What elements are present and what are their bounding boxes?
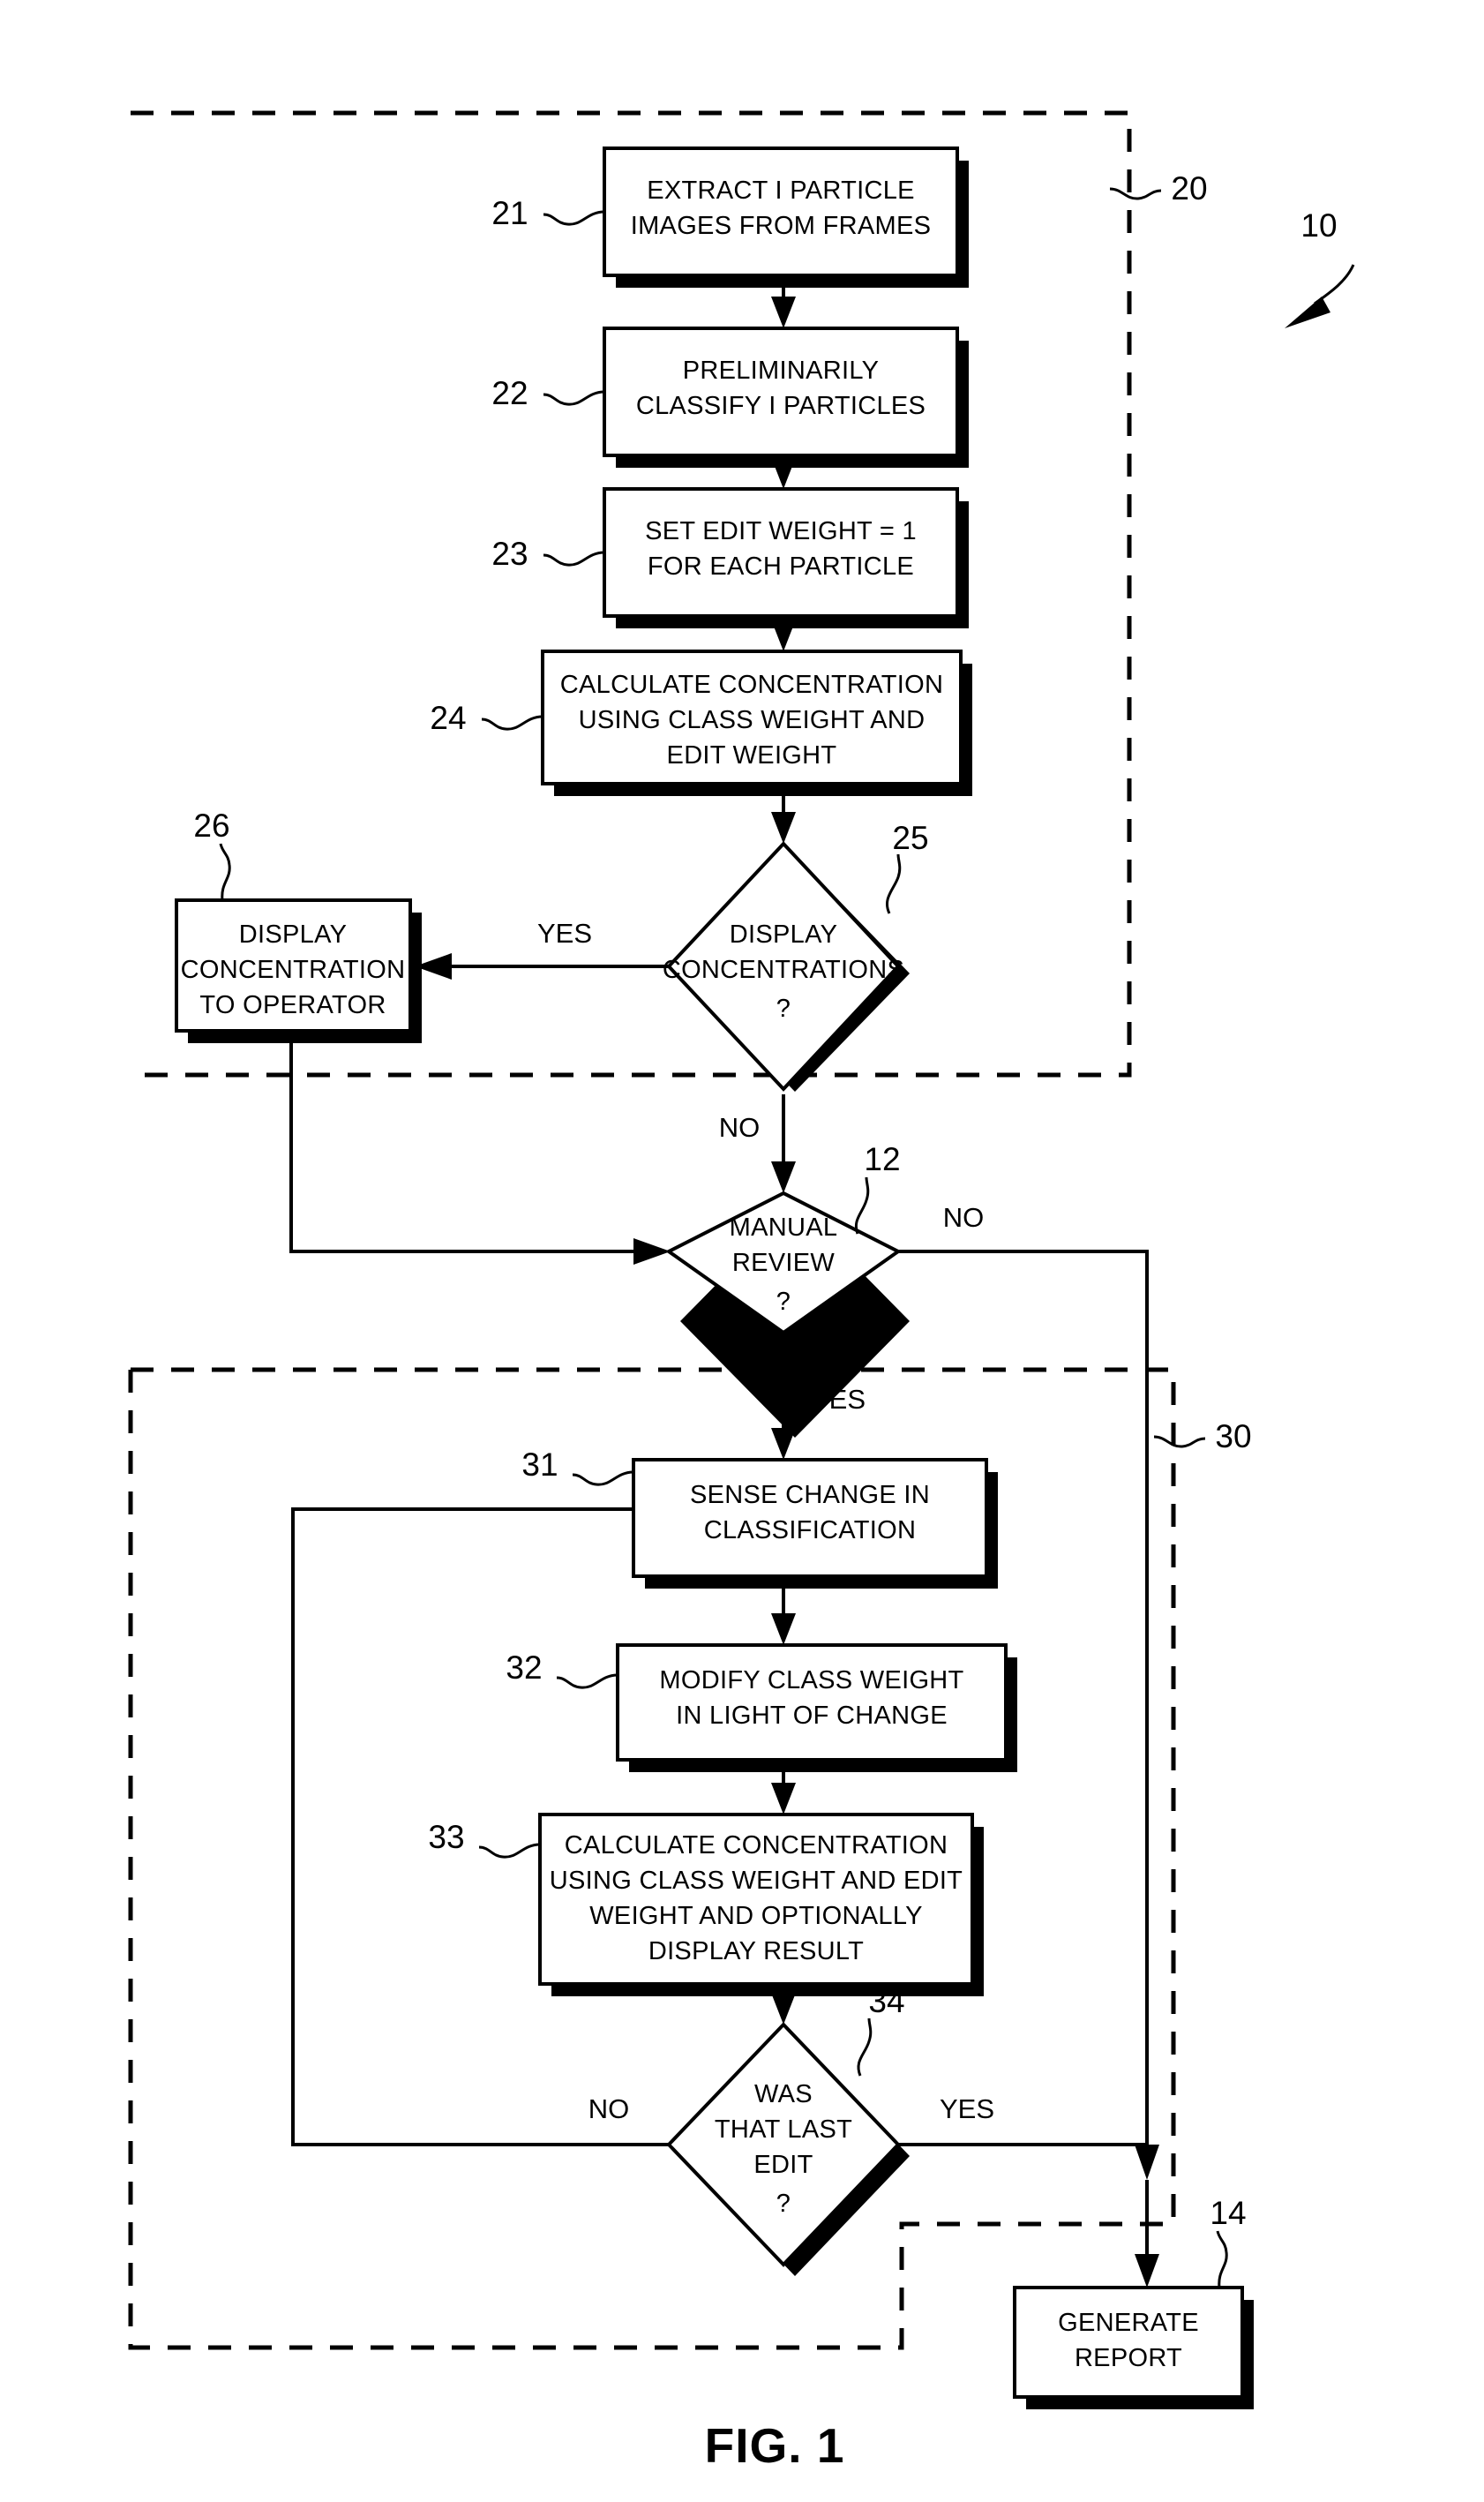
edge-label-25-no: NO [719,1112,761,1143]
node-31-line-1: CLASSIFICATION [704,1516,917,1544]
node-31-line-0: SENSE CHANGE IN [690,1481,930,1509]
node-33-line-2: WEIGHT AND OPTIONALLY [589,1902,922,1930]
leader-23: 23 [491,536,605,572]
node-preliminarily-classify[interactable]: PRELIMINARILY CLASSIFY I PARTICLES 22 [491,327,969,468]
group-ref-20: 20 [1109,170,1208,207]
group-ref-30: 30 [1153,1418,1252,1454]
node-33-line-3: DISPLAY RESULT [648,1937,864,1965]
edge-label-12-no: NO [943,1202,985,1233]
node-22-line-1: CLASSIFY I PARTICLES [636,392,926,420]
node-24-line-0: CALCULATE CONCENTRATION [560,671,943,699]
ref-20: 20 [1171,170,1207,207]
node-34-line-3: ? [776,2190,791,2218]
node-23-line-1: FOR EACH PARTICLE [648,552,914,581]
ref-10: 10 [1300,207,1337,244]
node-26-line-0: DISPLAY [239,920,347,949]
node-12-line-2: ? [776,1288,791,1316]
node-generate-report[interactable]: GENERATE REPORT 14 [1013,2195,1254,2409]
edge-label-34-yes: YES [940,2093,994,2124]
ref-34: 34 [868,1983,904,2019]
node-33-line-1: USING CLASS WEIGHT AND EDIT [550,1867,963,1895]
node-display-concentrations-decision[interactable]: DISPLAY CONCENTRATIONS ? 25 [663,820,929,1092]
leader-22: 22 [491,375,605,411]
node-33-line-0: CALCULATE CONCENTRATION [565,1831,948,1860]
patent-figure: EXTRACT I PARTICLE IMAGES FROM FRAMES 21… [0,0,1484,2502]
node-23-line-0: SET EDIT WEIGHT = 1 [645,517,917,545]
edge-label-25-yes: YES [537,918,592,949]
node-32-line-1: IN LIGHT OF CHANGE [676,1702,948,1730]
node-25-line-2: ? [776,995,791,1023]
ref-26: 26 [193,808,229,844]
node-25-line-0: DISPLAY [730,920,837,949]
node-sense-change-in-classification[interactable]: SENSE CHANGE IN CLASSIFICATION 31 [521,1446,998,1589]
node-22-line-0: PRELIMINARILY [683,357,880,385]
ref-31: 31 [521,1446,558,1483]
node-24-line-1: USING CLASS WEIGHT AND [579,706,926,734]
overall-ref-10: 10 [1285,207,1355,328]
leader-32: 32 [506,1649,618,1689]
node-34-line-0: WAS [754,2080,813,2108]
ref-14: 14 [1210,2195,1246,2231]
leader-25: 25 [885,820,929,914]
leader-12: 12 [854,1141,901,1235]
ref-30: 30 [1215,1418,1251,1454]
figure-caption: FIG. 1 [705,2418,845,2473]
node-14-line-0: GENERATE [1058,2309,1199,2337]
node-24-line-2: EDIT WEIGHT [667,741,837,770]
node-modify-class-weight[interactable]: MODIFY CLASS WEIGHT IN LIGHT OF CHANGE 3… [506,1643,1017,1772]
node-display-concentration-to-operator[interactable]: DISPLAY CONCENTRATION TO OPERATOR 26 [175,808,422,1043]
ref-12: 12 [864,1141,900,1177]
ref-21: 21 [491,195,528,231]
node-12-line-0: MANUAL [730,1213,838,1242]
node-26-line-2: TO OPERATOR [199,991,386,1019]
node-14-line-1: REPORT [1075,2344,1182,2372]
leader-33: 33 [428,1819,541,1859]
ref-22: 22 [491,375,528,411]
node-21-line-0: EXTRACT I PARTICLE [647,177,915,205]
ref-33: 33 [428,1819,464,1855]
edge-label-12-yes: YES [811,1384,866,1415]
ref-25: 25 [892,820,928,856]
leader-26: 26 [193,808,231,901]
leader-31: 31 [521,1446,634,1486]
ref-32: 32 [506,1649,542,1686]
node-was-that-last-edit-decision[interactable]: WAS THAT LAST EDIT ? 34 [666,1983,910,2276]
node-set-edit-weight[interactable]: SET EDIT WEIGHT = 1 FOR EACH PARTICLE 23 [491,487,969,628]
node-34-line-1: THAT LAST [715,2115,852,2144]
edge-label-34-no: NO [588,2093,630,2124]
node-extract-particle-images[interactable]: EXTRACT I PARTICLE IMAGES FROM FRAMES 21 [491,147,969,288]
leader-34: 34 [857,1983,905,2077]
ref-23: 23 [491,536,528,572]
figure-caption-text: FIG. 1 [705,2418,845,2473]
leader-14: 14 [1210,2195,1247,2288]
node-32-line-0: MODIFY CLASS WEIGHT [659,1666,963,1694]
node-manual-review-decision[interactable]: MANUAL REVIEW ? 12 [665,1141,910,1438]
node-25-line-1: CONCENTRATIONS [663,956,904,984]
leader-21: 21 [491,195,605,231]
node-12-line-1: REVIEW [732,1249,836,1277]
node-21-line-1: IMAGES FROM FRAMES [631,212,932,240]
leader-24: 24 [430,700,543,736]
node-34-line-2: EDIT [753,2151,813,2179]
node-calculate-concentration-review[interactable]: CALCULATE CONCENTRATION USING CLASS WEIG… [428,1813,984,1996]
node-26-line-1: CONCENTRATION [181,956,406,984]
ref-24: 24 [430,700,466,736]
node-calculate-concentration-initial[interactable]: CALCULATE CONCENTRATION USING CLASS WEIG… [430,650,972,796]
